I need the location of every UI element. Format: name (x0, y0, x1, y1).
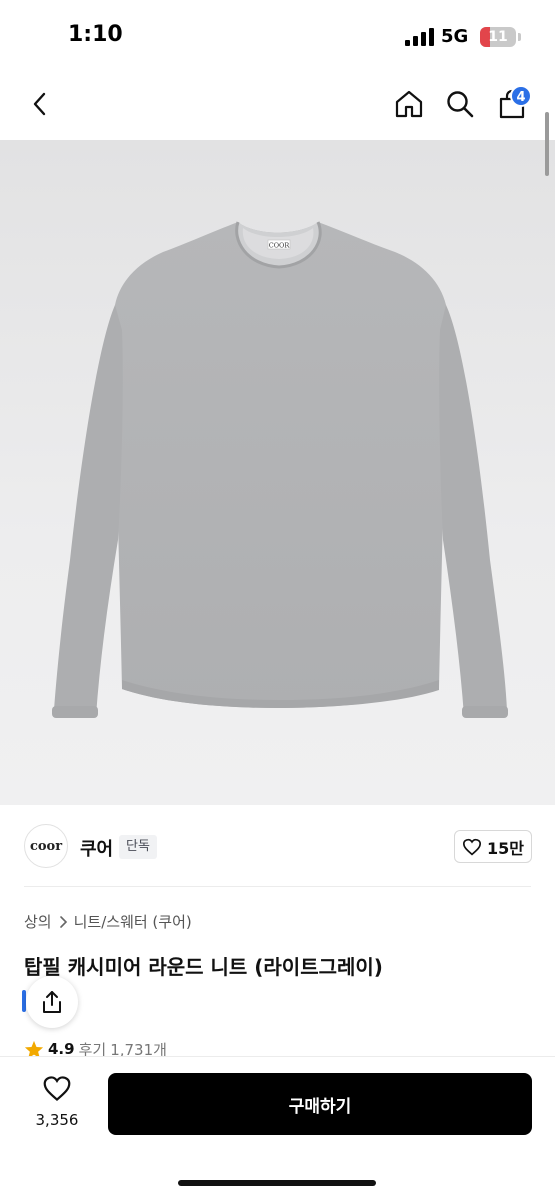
back-button[interactable] (22, 86, 58, 122)
breadcrumb-category[interactable]: 상의 (24, 911, 52, 932)
status-bar: 1:10 5G 11 (0, 0, 555, 72)
product-image[interactable]: COOR (0, 140, 555, 805)
product-title: 탑필 캐시미어 라운드 니트 (라이트그레이) (24, 955, 383, 979)
wishlist-count: 3,356 (35, 1111, 79, 1129)
brand-like-button[interactable]: 15만 (454, 830, 532, 863)
battery-label: 11 (488, 29, 508, 45)
home-button[interactable] (391, 86, 427, 122)
wishlist-button[interactable]: 3,356 (24, 1075, 90, 1135)
exclusive-badge: 단독 (119, 835, 157, 859)
breadcrumb-subcategory[interactable]: 니트/스웨터 (쿠어) (74, 911, 192, 932)
search-button[interactable] (442, 86, 478, 122)
brand-name[interactable]: 쿠어 (80, 835, 113, 861)
brand-like-count: 15만 (487, 838, 524, 858)
home-icon (395, 90, 423, 118)
nav-bar (0, 72, 555, 140)
heart-outline-icon (462, 838, 482, 855)
bottom-action-bar: 3,356 구매하기 (0, 1056, 555, 1200)
divider (24, 886, 531, 887)
status-time: 1:10 (68, 22, 123, 47)
chevron-left-icon (33, 92, 46, 116)
brand-logo[interactable]: coor (24, 824, 68, 868)
search-icon (447, 91, 474, 118)
home-indicator (178, 1180, 376, 1186)
battery-icon: 11 (480, 27, 516, 47)
cart-count-badge: 4 (510, 85, 532, 107)
chevron-right-icon (59, 915, 67, 928)
heart-outline-icon (43, 1076, 71, 1102)
battery-cap (518, 33, 521, 41)
brand-row: coor 쿠어 단독 15만 (0, 805, 555, 887)
sweater-image: COOR (52, 221, 508, 718)
network-label: 5G (441, 26, 469, 47)
breadcrumb: 상의 니트/스웨터 (쿠어) (24, 911, 192, 932)
buy-button[interactable]: 구매하기 (108, 1073, 532, 1135)
share-button[interactable] (26, 976, 78, 1028)
scroll-indicator (545, 112, 549, 176)
garment-tag-label: COOR (269, 242, 291, 250)
share-icon (43, 991, 61, 1013)
signal-icon (405, 28, 435, 46)
